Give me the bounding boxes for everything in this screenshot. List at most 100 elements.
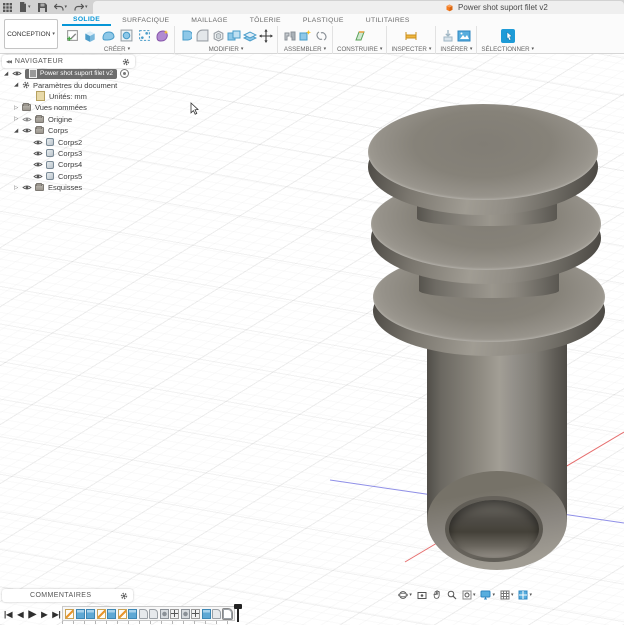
tree-item-body3[interactable]: Corps3 (0, 148, 129, 159)
insert-group-label[interactable]: INSÉRER▾ (440, 46, 472, 53)
tab-surfacique[interactable]: SURFACIQUE (111, 14, 180, 26)
visibility-eye-icon[interactable] (12, 70, 23, 77)
activate-component-radio[interactable] (120, 69, 129, 78)
combine-icon[interactable] (227, 28, 241, 44)
look-at-icon[interactable] (417, 591, 427, 600)
visibility-eye-icon[interactable] (33, 150, 44, 157)
timeline-feature-extrude[interactable] (107, 609, 116, 619)
timeline-feature-extrude[interactable] (202, 609, 211, 619)
viewport-canvas[interactable]: ◀◀ NAVIGATEUR ◢ Power shot suport filet … (0, 54, 624, 625)
move-copy-icon[interactable] (259, 28, 273, 44)
visibility-eye-icon[interactable] (33, 139, 44, 146)
shell-icon[interactable] (211, 28, 225, 44)
timeline-feature-strip[interactable] (62, 606, 235, 621)
timeline-feature-fillet[interactable] (139, 609, 148, 619)
tree-item-body5[interactable]: Corps5 (0, 171, 129, 182)
tab-solide[interactable]: SOLIDE (62, 14, 111, 26)
tree-item-sketches[interactable]: ▷ Esquisses (0, 182, 129, 193)
modify-group-label[interactable]: MODIFIER▾ (209, 46, 244, 53)
visibility-eye-icon[interactable] (33, 161, 44, 168)
tab-tolerie[interactable]: TÔLERIE (239, 14, 292, 26)
as-built-joint-icon[interactable] (314, 28, 328, 44)
select-tool-icon[interactable] (500, 28, 516, 44)
expand-arrow-icon[interactable]: ◢ (14, 82, 22, 88)
timeline-feature-extrude[interactable] (76, 609, 85, 619)
tree-item-root[interactable]: ◢ Power shot suport filet v2 (0, 68, 129, 79)
visibility-eye-icon[interactable] (22, 116, 33, 123)
revolve-icon[interactable] (118, 28, 134, 44)
freeform-icon[interactable] (100, 28, 116, 44)
new-component-icon[interactable] (282, 28, 296, 44)
fillet-icon[interactable] (195, 28, 209, 44)
timeline-feature-fillet[interactable] (212, 609, 221, 619)
tree-item-named-views[interactable]: ▷ Vues nommées (0, 102, 129, 113)
timeline-feature-move[interactable] (170, 609, 179, 619)
inspect-group-label[interactable]: INSPECTER▾ (391, 46, 431, 53)
timeline-feature-fillet[interactable] (149, 609, 158, 619)
collapsed-arrow-icon[interactable]: ▷ (14, 116, 22, 122)
display-settings-icon[interactable]: ▾ (480, 590, 495, 600)
timeline-feature-fillet[interactable] (223, 609, 232, 619)
pan-icon[interactable] (432, 590, 442, 600)
viewports-icon[interactable]: ▾ (518, 590, 532, 600)
timeline-position-marker[interactable] (237, 605, 239, 622)
root-component-pill[interactable]: Power shot suport filet v2 (25, 69, 117, 79)
timeline-feature-sketch[interactable] (65, 609, 74, 619)
tree-item-origin[interactable]: ▷ Origine (0, 114, 129, 125)
tree-item-units[interactable]: Unités: mm (0, 91, 129, 102)
navigator-settings-icon[interactable] (122, 58, 130, 66)
go-to-end-button[interactable]: ▶| (52, 611, 60, 619)
construct-group-label[interactable]: CONSTRUIRE▾ (337, 46, 382, 53)
extrude-icon[interactable] (82, 28, 98, 44)
zoom-icon[interactable] (447, 590, 457, 600)
timeline-feature-combine[interactable] (160, 609, 169, 619)
collapsed-arrow-icon[interactable]: ▷ (14, 105, 22, 111)
tab-maillage[interactable]: MAILLAGE (180, 14, 238, 26)
insert-image-icon[interactable] (457, 28, 471, 44)
comments-panel-header[interactable]: COMMENTAIRES (2, 589, 133, 602)
workspace-selector[interactable]: CONCEPTION▾ (4, 19, 58, 49)
file-menu-icon[interactable]: ▾ (19, 2, 31, 12)
expand-arrow-icon[interactable]: ◢ (14, 128, 22, 134)
tree-item-body4[interactable]: Corps4 (0, 159, 129, 170)
timeline-feature-move[interactable] (191, 609, 200, 619)
step-back-button[interactable]: ◀ (17, 611, 23, 619)
timeline-feature-sketch[interactable] (118, 609, 127, 619)
tab-utilitaires[interactable]: UTILITAIRES (355, 14, 421, 26)
assemble-group-label[interactable]: ASSEMBLER▾ (284, 46, 326, 53)
document-tab[interactable]: Power shot suport filet v2 (93, 1, 624, 14)
go-to-start-button[interactable]: |◀ (4, 611, 12, 619)
step-forward-button[interactable]: ▶ (41, 611, 47, 619)
measure-icon[interactable] (403, 28, 419, 44)
collapse-panel-icon[interactable]: ◀◀ (6, 59, 11, 65)
save-icon[interactable] (38, 3, 47, 12)
timeline-feature-sketch[interactable] (97, 609, 106, 619)
grid-and-snaps-icon[interactable]: ▾ (500, 590, 514, 600)
timeline-feature-combine[interactable] (181, 609, 190, 619)
navigator-panel-header[interactable]: ◀◀ NAVIGATEUR (2, 55, 135, 68)
press-pull-icon[interactable] (179, 28, 193, 44)
expand-arrow-icon[interactable]: ◢ (4, 71, 12, 77)
redo-icon[interactable]: ▾ (74, 3, 88, 12)
visibility-eye-icon[interactable] (22, 184, 33, 191)
create-sketch-icon[interactable] (64, 28, 80, 44)
split-body-icon[interactable] (243, 28, 257, 44)
tree-item-document-settings[interactable]: ◢ Paramètres du document (0, 79, 129, 90)
derive-icon[interactable] (136, 28, 152, 44)
visibility-eye-icon[interactable] (22, 127, 33, 134)
construction-plane-icon[interactable] (352, 28, 368, 44)
joint-icon[interactable] (298, 28, 312, 44)
tree-item-body2[interactable]: Corps2 (0, 136, 129, 147)
play-button[interactable]: ▶ (29, 610, 37, 620)
tree-item-bodies[interactable]: ◢ Corps (0, 125, 129, 136)
collapsed-arrow-icon[interactable]: ▷ (14, 185, 22, 191)
orbit-icon[interactable]: ▾ (398, 590, 412, 600)
insert-derive-icon[interactable] (441, 28, 455, 44)
visibility-eye-icon[interactable] (33, 173, 44, 180)
timeline-feature-extrude[interactable] (128, 609, 137, 619)
comments-settings-icon[interactable] (120, 592, 128, 600)
fit-icon[interactable]: ▾ (462, 590, 476, 600)
undo-icon[interactable]: ▾ (54, 3, 68, 12)
create-group-label[interactable]: CRÉER▾ (104, 46, 130, 53)
create-form-icon[interactable] (154, 28, 170, 44)
